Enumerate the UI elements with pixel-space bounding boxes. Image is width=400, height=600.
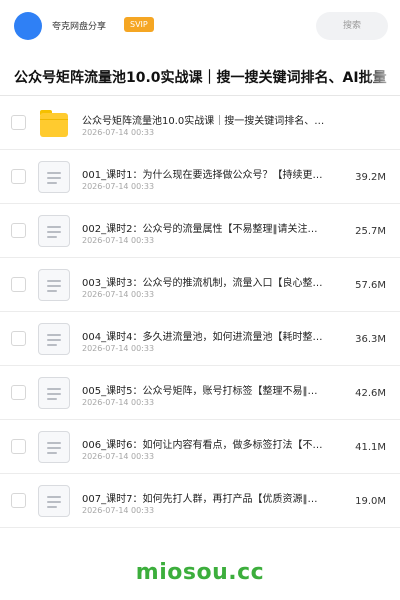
file-row[interactable]: 004_课时4：多久进流量池，如何进流量池【耗时整… 2026-07-14 00:… (0, 312, 400, 366)
file-name[interactable]: 007_课时7：如何先打人群，再打产品【优质资源‖… (82, 490, 344, 505)
document-icon (38, 485, 70, 517)
document-icon (38, 323, 70, 355)
file-date: 2026-07-14 00:33 (82, 344, 155, 353)
file-date: 2026-07-14 00:33 (82, 128, 155, 137)
row-checkbox[interactable] (11, 115, 26, 130)
file-name[interactable]: 005_课时5：公众号矩阵，账号打标签【整理不易‖… (82, 382, 344, 397)
file-date: 2026-07-14 00:33 (82, 182, 155, 191)
folder-icon (38, 107, 70, 139)
file-name[interactable]: 004_课时4：多久进流量池，如何进流量池【耗时整… (82, 328, 344, 343)
file-row[interactable]: 001_课时1：为什么现在要选择做公众号？【持续更… 2026-07-14 00:… (0, 150, 400, 204)
document-icon (38, 215, 70, 247)
file-name[interactable]: 公众号矩阵流量池10.0实战课｜搜一搜关键词排名、… (82, 112, 382, 127)
file-date: 2026-07-14 00:33 (82, 398, 155, 407)
svip-badge: SVIP (124, 17, 154, 32)
file-date: 2026-07-14 00:33 (82, 452, 155, 461)
file-size: 42.6M (355, 388, 386, 399)
file-name[interactable]: 002_课时2：公众号的流量属性【不易整理‖请关注… (82, 220, 344, 235)
file-row[interactable]: 007_课时7：如何先打人群，再打产品【优质资源‖… 2026-07-14 00:… (0, 474, 400, 528)
title-bar: 公众号矩阵流量池10.0实战课｜搜一搜关键词排名、AI批量 (0, 54, 400, 96)
file-date: 2026-07-14 00:33 (82, 236, 155, 245)
watermark-text: miosou.cc (135, 560, 265, 585)
page-title: 公众号矩阵流量池10.0实战课｜搜一搜关键词排名、AI批量 (14, 70, 387, 86)
file-name[interactable]: 001_课时1：为什么现在要选择做公众号？【持续更… (82, 166, 344, 181)
file-row[interactable]: 002_课时2：公众号的流量属性【不易整理‖请关注… 2026-07-14 00:… (0, 204, 400, 258)
document-icon (38, 269, 70, 301)
file-list: 公众号矩阵流量池10.0实战课｜搜一搜关键词排名、… 2026-07-14 00:… (0, 96, 400, 528)
file-row[interactable]: 005_课时5：公众号矩阵，账号打标签【整理不易‖… 2026-07-14 00:… (0, 366, 400, 420)
file-size: 25.7M (355, 226, 386, 237)
row-checkbox[interactable] (11, 385, 26, 400)
file-name[interactable]: 003_课时3：公众号的推流机制，流量入口【良心整… (82, 274, 344, 289)
folder-row[interactable]: 公众号矩阵流量池10.0实战课｜搜一搜关键词排名、… 2026-07-14 00:… (0, 96, 400, 150)
row-checkbox[interactable] (11, 331, 26, 346)
file-size: 41.1M (355, 442, 386, 453)
file-size: 19.0M (355, 496, 386, 507)
row-checkbox[interactable] (11, 493, 26, 508)
file-size: 57.6M (355, 280, 386, 291)
search-input[interactable]: 搜索 (316, 12, 388, 40)
file-date: 2026-07-14 00:33 (82, 290, 155, 299)
row-checkbox[interactable] (11, 277, 26, 292)
file-row[interactable]: 003_课时3：公众号的推流机制，流量入口【良心整… 2026-07-14 00:… (0, 258, 400, 312)
app-header: 夸克网盘分享 SVIP 搜索 (0, 0, 400, 54)
file-size: 36.3M (355, 334, 386, 345)
document-icon (38, 377, 70, 409)
file-date: 2026-07-14 00:33 (82, 506, 155, 515)
row-checkbox[interactable] (11, 169, 26, 184)
file-row[interactable]: 006_课时6：如何让内容有看点，做多标签打法【不… 2026-07-14 00:… (0, 420, 400, 474)
file-size: 39.2M (355, 172, 386, 183)
title-fade (364, 54, 400, 95)
file-name[interactable]: 006_课时6：如何让内容有看点，做多标签打法【不… (82, 436, 344, 451)
document-icon (38, 431, 70, 463)
row-checkbox[interactable] (11, 439, 26, 454)
share-user-name: 夸克网盘分享 (52, 22, 107, 32)
avatar[interactable] (14, 12, 42, 40)
row-checkbox[interactable] (11, 223, 26, 238)
document-icon (38, 161, 70, 193)
